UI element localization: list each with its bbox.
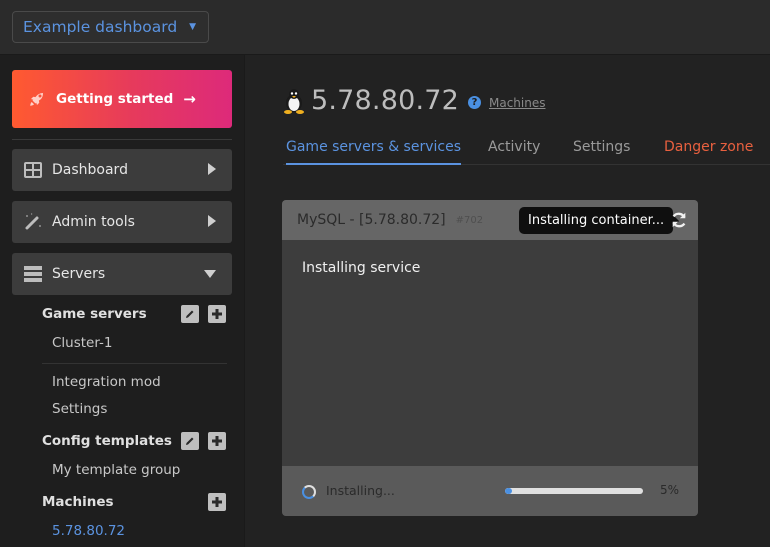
game-servers-heading: Game servers xyxy=(42,306,147,322)
sidebar-item-dashboard[interactable]: Dashboard xyxy=(12,149,232,191)
plus-icon xyxy=(212,436,222,446)
tab-bar: Game servers & services Activity Setting… xyxy=(283,139,770,165)
plus-icon xyxy=(212,497,222,507)
server-icon xyxy=(24,265,42,283)
service-title: MySQL - [5.78.80.72] xyxy=(297,212,446,228)
add-game-server-button[interactable] xyxy=(208,305,226,323)
plus-icon xyxy=(212,309,222,319)
install-progress-percent: 5% xyxy=(660,483,680,497)
sidebar-item-servers[interactable]: Servers xyxy=(12,253,232,295)
service-id: #702 xyxy=(455,214,484,226)
magic-wand-icon xyxy=(24,213,42,231)
getting-started-button[interactable]: Getting started → xyxy=(12,70,232,128)
tab-activity[interactable]: Activity xyxy=(488,139,540,165)
chevron-right-icon xyxy=(208,215,216,227)
sidebar-item-integration-mod[interactable]: Integration mod xyxy=(52,374,161,390)
machines-heading: Machines xyxy=(42,494,114,510)
chevron-down-icon xyxy=(204,270,216,278)
loading-spinner-icon xyxy=(302,485,316,499)
tab-settings[interactable]: Settings xyxy=(573,139,630,165)
sync-icon[interactable] xyxy=(670,211,688,229)
sidebar-item-label: Admin tools xyxy=(52,214,135,230)
sidebar-item-machine[interactable]: 5.78.80.72 xyxy=(52,523,125,539)
sidebar: Getting started → Dashboard Admin tools … xyxy=(0,55,245,547)
breadcrumb-machines-link[interactable]: Machines xyxy=(489,96,545,110)
add-config-template-button[interactable] xyxy=(208,432,226,450)
getting-started-label: Getting started xyxy=(56,91,174,107)
sidebar-item-label: Dashboard xyxy=(52,162,128,178)
chevron-down-icon: ▼ xyxy=(189,22,197,32)
service-card-header: MySQL - [5.78.80.72] #702 Installing con… xyxy=(282,200,698,240)
page-title: 5.78.80.72 xyxy=(311,85,459,116)
divider xyxy=(42,363,227,364)
top-bar: Example dashboard ▼ xyxy=(0,0,770,55)
tab-danger-zone[interactable]: Danger zone xyxy=(664,139,753,165)
main-content: 5.78.80.72 ? Machines Game servers & ser… xyxy=(246,55,770,547)
install-progress-fill xyxy=(505,488,512,494)
pencil-icon xyxy=(186,310,194,318)
arrow-right-icon: → xyxy=(183,90,196,108)
service-card-footer: Installing... 5% xyxy=(282,466,698,516)
sidebar-item-cluster-1[interactable]: Cluster-1 xyxy=(52,335,113,351)
tab-game-servers-services[interactable]: Game servers & services xyxy=(286,139,461,165)
add-machine-button[interactable] xyxy=(208,493,226,511)
linux-tux-icon xyxy=(284,88,304,114)
dashboard-selector[interactable]: Example dashboard ▼ xyxy=(12,11,209,43)
service-card: MySQL - [5.78.80.72] #702 Installing con… xyxy=(282,200,698,516)
edit-game-servers-button[interactable] xyxy=(181,305,199,323)
rocket-icon xyxy=(30,93,43,106)
sidebar-item-admin-tools[interactable]: Admin tools xyxy=(12,201,232,243)
install-progress-bar xyxy=(505,488,643,494)
chevron-right-icon xyxy=(208,163,216,175)
table-icon xyxy=(24,161,42,179)
sidebar-item-my-template-group[interactable]: My template group xyxy=(52,462,180,478)
status-tooltip: Installing container... xyxy=(519,207,680,234)
install-status-label: Installing... xyxy=(326,483,395,498)
service-status-heading: Installing service xyxy=(302,260,421,276)
pencil-icon xyxy=(186,437,194,445)
edit-config-templates-button[interactable] xyxy=(181,432,199,450)
divider xyxy=(12,139,232,140)
page-header: 5.78.80.72 ? Machines xyxy=(283,85,545,116)
help-icon[interactable]: ? xyxy=(468,96,481,109)
sidebar-item-label: Servers xyxy=(52,266,106,282)
dashboard-selector-label: Example dashboard xyxy=(23,18,178,36)
sidebar-item-settings[interactable]: Settings xyxy=(52,401,107,417)
config-templates-heading: Config templates xyxy=(42,433,172,449)
